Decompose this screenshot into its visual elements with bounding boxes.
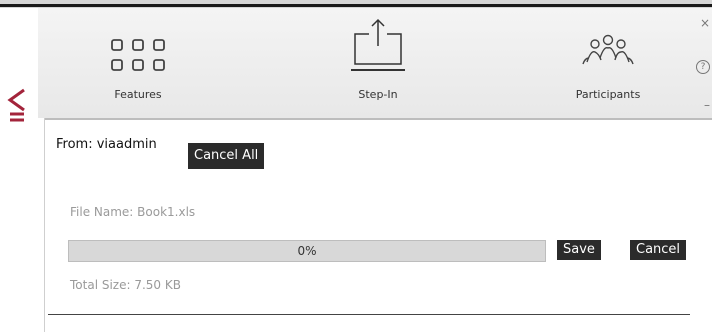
progress-text: 0% xyxy=(297,244,317,258)
from-label: From: viaadmin xyxy=(56,137,157,152)
step-in-label: Step-In xyxy=(358,88,398,101)
left-rail xyxy=(0,8,39,332)
cancel-all-button[interactable]: Cancel All xyxy=(188,143,265,169)
content-left-edge xyxy=(38,118,45,332)
via-logo-icon xyxy=(7,88,25,122)
features-label: Features xyxy=(114,88,162,101)
step-in-button[interactable]: Step-In xyxy=(328,8,428,118)
progress-bar: 0% xyxy=(68,240,546,262)
participants-button[interactable]: Participants xyxy=(558,8,658,118)
cancel-button[interactable]: Cancel xyxy=(630,240,687,260)
total-size-label: Total Size: 7.50 KB xyxy=(70,278,181,292)
window-top-strip xyxy=(0,0,712,8)
bottom-divider xyxy=(48,314,690,315)
file-name-label: File Name: Book1.xls xyxy=(70,205,196,219)
toolbar: Features Step-In Participants xyxy=(38,8,712,120)
participants-label: Participants xyxy=(575,88,641,101)
grid-icon xyxy=(111,39,165,71)
participants-icon xyxy=(582,34,634,65)
step-in-icon xyxy=(351,18,405,71)
close-icon[interactable]: × xyxy=(700,16,710,30)
minimize-icon[interactable]: – xyxy=(704,98,710,112)
help-icon[interactable]: ? xyxy=(696,60,710,74)
features-button[interactable]: Features xyxy=(88,8,188,118)
save-button[interactable]: Save xyxy=(557,240,601,260)
